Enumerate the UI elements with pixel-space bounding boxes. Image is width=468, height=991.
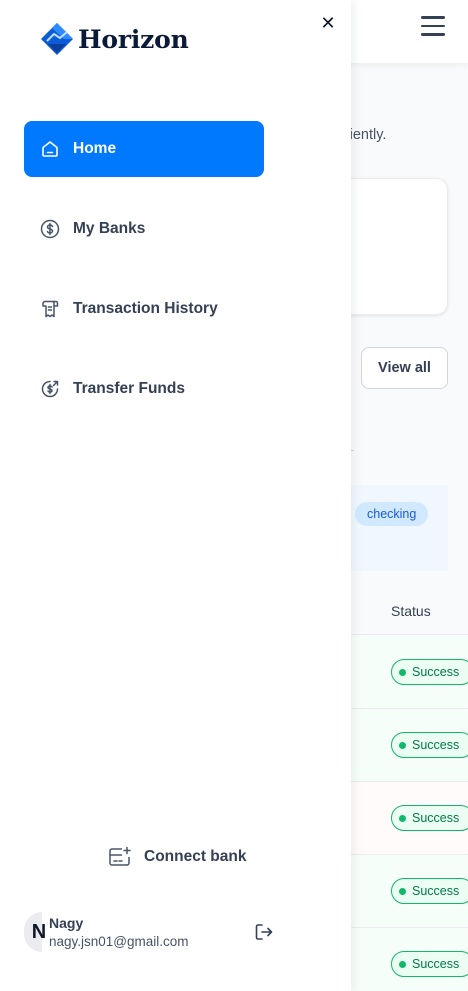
avatar: N [24, 912, 46, 952]
sidebar-item-transfer-funds[interactable]: Transfer Funds [24, 361, 264, 417]
card-add-icon [109, 846, 131, 866]
sidebar-item-label: Home [73, 140, 117, 157]
status-badge: Success [391, 805, 468, 831]
sidebar-nav: Home My Banks Transaction History Transf… [24, 121, 264, 441]
dollar-circle-icon [39, 218, 61, 240]
hamburger-menu-icon[interactable] [421, 16, 445, 38]
status-column-header: Status [391, 603, 431, 619]
home-icon [39, 138, 61, 160]
close-icon[interactable]: ✕ [318, 13, 338, 33]
sidebar-item-label: My Banks [73, 220, 146, 237]
status-badge: Success [391, 951, 468, 977]
user-email: nagy.jsn01@gmail.com [49, 934, 189, 949]
sidebar-item-home[interactable]: Home [24, 121, 264, 177]
sidebar-item-label: Transaction History [73, 300, 218, 317]
horizon-logo-icon [41, 23, 73, 55]
money-send-icon [39, 378, 61, 400]
status-badge: Success [391, 878, 468, 904]
sidebar-item-my-banks[interactable]: My Banks [24, 201, 264, 257]
user-profile: N Nagy nagy.jsn01@gmail.com [24, 912, 284, 952]
mobile-nav-drawer: ✕ Horizon Home My Banks Transaction Hist… [0, 0, 351, 991]
brand-name: Horizon [78, 24, 189, 54]
sidebar-item-transaction-history[interactable]: Transaction History [24, 281, 264, 337]
status-badge: Success [391, 659, 468, 685]
view-all-button[interactable]: View all [361, 347, 448, 389]
sidebar-item-label: Transfer Funds [73, 380, 185, 397]
brand-logo[interactable]: Horizon [40, 22, 189, 56]
status-badge: Success [391, 732, 468, 758]
connect-bank-button[interactable]: Connect bank [108, 846, 246, 868]
receipt-icon [39, 298, 61, 320]
logout-icon[interactable] [253, 921, 275, 943]
connect-bank-label: Connect bank [144, 848, 247, 865]
user-info: Nagy nagy.jsn01@gmail.com [49, 915, 189, 949]
account-type-badge: checking [355, 502, 429, 526]
user-name: Nagy [49, 915, 84, 931]
